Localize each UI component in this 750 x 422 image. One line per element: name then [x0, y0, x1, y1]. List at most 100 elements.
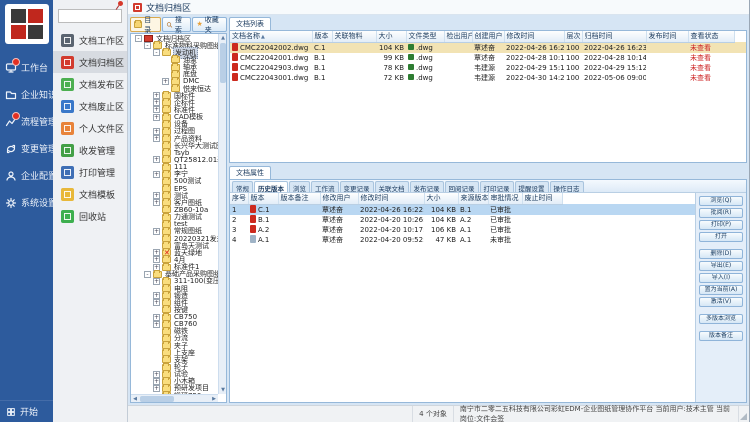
- properties-subtab[interactable]: 常规: [232, 181, 253, 192]
- expander-icon[interactable]: [153, 206, 160, 213]
- expander-icon[interactable]: [153, 142, 160, 149]
- expander-icon[interactable]: [162, 71, 169, 78]
- expander-icon[interactable]: [153, 342, 160, 349]
- document-row[interactable]: CMC22042903.dwg B.1 78 KB .dwg 韦建源 2022-…: [230, 63, 746, 73]
- scroll-up-icon[interactable]: ▲: [219, 34, 227, 42]
- expander-icon[interactable]: [153, 221, 160, 228]
- tab-document-list[interactable]: 文档列表: [229, 17, 271, 30]
- tab-document-properties[interactable]: 文档属性: [229, 166, 271, 179]
- sidebar-menu-item[interactable]: 工作台: [0, 54, 53, 81]
- action-button[interactable]: 删除(D): [699, 249, 743, 259]
- expander-icon[interactable]: [153, 335, 160, 342]
- column-header[interactable]: 审批情况: [488, 193, 522, 204]
- properties-subtab[interactable]: 变更记录: [340, 181, 374, 192]
- document-row[interactable]: CMC22043001.dwg B.1 72 KB .dwg 韦建源 2022-…: [230, 73, 746, 83]
- properties-subtab[interactable]: 关联文档: [375, 181, 409, 192]
- action-button[interactable]: 置为当前(A): [699, 285, 743, 295]
- pin-icon[interactable]: [116, 1, 124, 9]
- action-button[interactable]: 打印(P): [699, 220, 743, 230]
- history-version-row[interactable]: 2 B.1 覃述奋 2022-04-20 10:26:52 104 KB A.2: [230, 215, 695, 225]
- action-button[interactable]: 批阅(R): [699, 208, 743, 218]
- sidebar-menu-item[interactable]: 企业配置: [0, 162, 53, 189]
- expander-icon[interactable]: -: [144, 42, 151, 49]
- column-header[interactable]: 序号: [230, 193, 248, 204]
- column-header[interactable]: 创建用户: [472, 31, 504, 42]
- expander-icon[interactable]: [153, 235, 160, 242]
- column-header[interactable]: 废止时间: [522, 193, 562, 204]
- expander-icon[interactable]: +: [153, 371, 160, 378]
- nav-item[interactable]: 文档发布区: [53, 73, 127, 95]
- column-header[interactable]: 修改时间: [504, 31, 564, 42]
- search-tab-button[interactable]: 搜索: [162, 17, 192, 32]
- column-header[interactable]: 版本: [312, 31, 332, 42]
- properties-subtab[interactable]: 操作日志: [550, 181, 584, 192]
- document-row[interactable]: CMC22042001.dwg B.1 99 KB .dwg 覃述奋 2022-…: [230, 53, 746, 63]
- expander-icon[interactable]: -: [144, 271, 151, 278]
- properties-subtab[interactable]: 历史版本: [254, 181, 288, 192]
- column-header[interactable]: 检出用户: [444, 31, 472, 42]
- nav-item[interactable]: 个人文件区: [53, 117, 127, 139]
- expander-icon[interactable]: +: [153, 278, 160, 285]
- scroll-left-icon[interactable]: ◀: [131, 395, 139, 403]
- column-header[interactable]: 文档名称▲: [230, 31, 312, 42]
- action-button[interactable]: 多版本浏览: [699, 314, 743, 324]
- expander-icon[interactable]: [153, 121, 160, 128]
- history-version-row[interactable]: 1 C.1 覃述奋 2022-04-26 16:22:44 104 KB B.1: [230, 204, 695, 215]
- properties-subtab[interactable]: 发布记录: [410, 181, 444, 192]
- action-button[interactable]: 激活(V): [699, 297, 743, 307]
- action-button[interactable]: 导出(E): [699, 261, 743, 271]
- nav-item[interactable]: 文档工作区: [53, 29, 127, 51]
- expander-icon[interactable]: +: [153, 128, 160, 135]
- action-button[interactable]: 打开: [699, 232, 743, 242]
- expander-icon[interactable]: [153, 185, 160, 192]
- expander-icon[interactable]: [153, 149, 160, 156]
- history-version-row[interactable]: 4 A.1 覃述奋 2022-04-20 09:52:46 47 KB A.1: [230, 235, 695, 245]
- expander-icon[interactable]: -: [135, 35, 142, 42]
- nav-item[interactable]: 回收站: [53, 205, 127, 227]
- scrollbar-thumb[interactable]: [220, 43, 226, 83]
- column-header[interactable]: 版本: [248, 193, 278, 204]
- expander-icon[interactable]: [153, 306, 160, 313]
- expander-icon[interactable]: +: [153, 249, 160, 256]
- directory-tab-button[interactable]: 目录: [130, 17, 161, 32]
- column-header[interactable]: 修改时间: [358, 193, 424, 204]
- expander-icon[interactable]: +: [153, 106, 160, 113]
- column-header[interactable]: 层次: [564, 31, 582, 42]
- expander-icon[interactable]: -: [153, 49, 160, 56]
- properties-subtab[interactable]: 工作流: [311, 181, 339, 192]
- action-button[interactable]: 浏览(Q): [699, 196, 743, 206]
- expander-icon[interactable]: [153, 214, 160, 221]
- favorites-tab-button[interactable]: ★ 收藏夹: [192, 17, 227, 32]
- expander-icon[interactable]: [162, 56, 169, 63]
- sidebar-menu-item[interactable]: 企业知识库: [0, 81, 53, 108]
- expander-icon[interactable]: +: [153, 314, 160, 321]
- expander-icon[interactable]: +: [153, 321, 160, 328]
- start-button[interactable]: 开始: [0, 400, 53, 422]
- expander-icon[interactable]: +: [153, 171, 160, 178]
- expander-icon[interactable]: [153, 242, 160, 249]
- column-header[interactable]: 关联物料: [332, 31, 376, 42]
- expander-icon[interactable]: +: [153, 199, 160, 206]
- column-header[interactable]: 归档时间: [582, 31, 646, 42]
- expander-icon[interactable]: +: [153, 378, 160, 385]
- tree-horizontal-scrollbar[interactable]: ◀ ▶: [131, 394, 218, 402]
- expander-icon[interactable]: +: [153, 114, 160, 121]
- nav-item[interactable]: 文档归档区: [53, 51, 127, 73]
- expander-icon[interactable]: +: [153, 192, 160, 199]
- expander-icon[interactable]: +: [153, 228, 160, 235]
- expander-icon[interactable]: +: [153, 292, 160, 299]
- sidebar-menu-item[interactable]: 变更管理: [0, 135, 53, 162]
- column-header[interactable]: 版本备注: [278, 193, 320, 204]
- expander-icon[interactable]: [153, 178, 160, 185]
- column-header[interactable]: 文件类型: [406, 31, 444, 42]
- scroll-right-icon[interactable]: ▶: [210, 395, 218, 403]
- action-button[interactable]: 导入(I): [699, 273, 743, 283]
- resize-grip[interactable]: [739, 406, 749, 422]
- expander-icon[interactable]: [153, 285, 160, 292]
- nav-item[interactable]: 打印管理: [53, 161, 127, 183]
- tree-vertical-scrollbar[interactable]: ▲ ▼: [218, 34, 226, 394]
- expander-icon[interactable]: [153, 164, 160, 171]
- nav-item[interactable]: 文档废止区: [53, 95, 127, 117]
- properties-subtab[interactable]: 提醒设置: [515, 181, 549, 192]
- expander-icon[interactable]: [162, 64, 169, 71]
